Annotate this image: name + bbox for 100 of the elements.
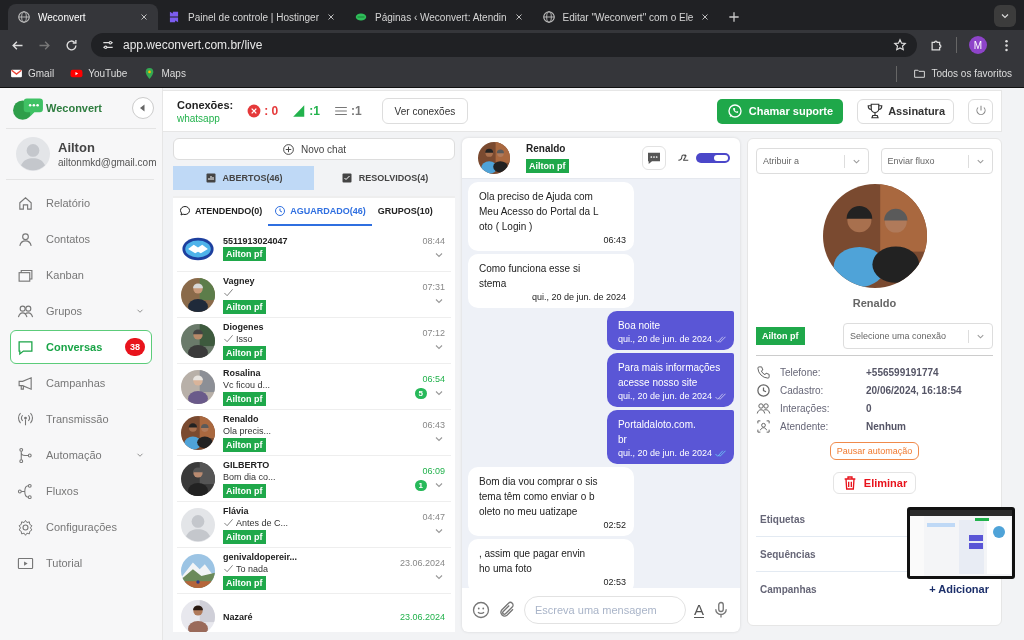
bookmark[interactable]: Gmail [10, 67, 55, 80]
nav-item[interactable]: Grupos [10, 294, 152, 328]
detail-value: 0 [866, 403, 873, 414]
megaphone-icon [17, 374, 34, 392]
chat-list-item[interactable]: Vagney Ailton pf 07:31 [177, 272, 451, 318]
delete-button[interactable]: Eliminar [832, 472, 917, 494]
tab-title: Painel de controle | Hostinger [188, 11, 319, 23]
chat-list-item[interactable]: GILBERTO Bom dia co... Ailton pf 06:09 1 [177, 456, 451, 502]
chat-list-item[interactable]: Renaldo Ola precis... Ailton pf 06:43 [177, 410, 451, 456]
queue-tab[interactable]: AGUARDADO(46) [268, 198, 372, 226]
text-format-button[interactable]: A [694, 602, 704, 618]
contact-name: 5511913024047 [223, 236, 288, 246]
browser-tab[interactable]: Páginas ‹ Weconvert: Atendin [345, 4, 533, 30]
message-text: Bom dia vou comprar o sis tema têm como enviar o b oleto no meu uatizape [479, 475, 599, 519]
agent-tag: Ailton pf [223, 345, 266, 360]
subscription-button[interactable]: Assinatura [857, 98, 954, 124]
chat-list-item[interactable]: 5511913024047 Ailton pf 08:44 [177, 226, 451, 272]
select-field[interactable]: Atribuir a [756, 148, 869, 174]
agent-tag: Ailton pf [223, 391, 266, 406]
user-icon [17, 230, 34, 248]
trophy-icon [866, 102, 885, 120]
message-time: 23.06.2024 [399, 558, 445, 568]
close-icon[interactable] [326, 12, 336, 22]
bookmark[interactable]: Maps [143, 67, 186, 80]
message-time: qui., 20 de jun. de 2024 [617, 333, 712, 345]
status-tab[interactable]: ABERTOS(46) [173, 166, 314, 190]
url-text: app.weconvert.com.br/live [123, 38, 263, 52]
close-icon[interactable] [139, 12, 149, 22]
select-field[interactable]: Selecione uma conexão [843, 323, 993, 349]
nav-item[interactable]: Automação [10, 438, 152, 472]
emoji-icon[interactable] [472, 601, 490, 619]
chat-list-item[interactable]: Diogenes Isso Ailton pf 07:12 [177, 318, 451, 364]
agent-tag: Ailton pf [223, 529, 266, 544]
antenna-icon [17, 410, 34, 428]
message-time: 04:47 [422, 512, 445, 522]
nav-item[interactable]: Contatos [10, 222, 152, 256]
toggle-switch[interactable] [696, 153, 730, 163]
paperclip-icon[interactable] [498, 601, 516, 619]
nav-label: Relatório [46, 197, 92, 209]
star-icon[interactable] [893, 38, 907, 52]
lines-icon [333, 104, 348, 118]
browser-tab[interactable]: Painel de controle | Hostinger [158, 4, 345, 30]
envelope-icon [10, 67, 23, 80]
contact-name: GILBERTO [223, 459, 270, 470]
message-time: 23.06.2024 [399, 611, 445, 622]
nav-label: Transmissão [46, 413, 110, 425]
nav-item[interactable]: Kanban [10, 258, 152, 292]
message-text: Para mais informações acesse nosso site [617, 361, 722, 390]
globe-icon [17, 10, 31, 24]
close-icon[interactable] [513, 12, 524, 22]
tab-list-button[interactable] [994, 5, 1016, 27]
reload-icon[interactable] [64, 37, 79, 53]
plus-circle-icon [282, 142, 295, 156]
user-email: ailtonmkd@gmail.com [58, 157, 157, 168]
nav-item[interactable]: Campanhas [10, 366, 152, 400]
close-icon[interactable] [700, 12, 711, 22]
chat-list-item[interactable]: Nazaré 23.06.2024 [177, 594, 451, 632]
queue-tab[interactable]: ATENDENDO(0) [173, 198, 269, 226]
browser-tab[interactable]: Editar "Weconvert" com o Ele [532, 4, 720, 30]
add-link[interactable]: + Adicionar [929, 583, 989, 595]
agent-tag: Ailton pf [526, 159, 569, 173]
site-info-icon[interactable] [101, 38, 115, 52]
nav-item[interactable]: Fluxos [10, 474, 152, 508]
globe-icon [541, 10, 556, 24]
agent-tag: Ailton pf [223, 575, 266, 590]
view-connections-button[interactable]: Ver conexões [381, 98, 469, 124]
nav-item[interactable]: Transmissão [10, 402, 152, 436]
nav-label: Kanban [46, 269, 85, 281]
chat-list-item[interactable]: genivaldopereir... To nada Ailton pf 23.06.2024 [177, 548, 451, 594]
microphone-icon[interactable] [712, 601, 730, 619]
nav-item[interactable]: Relatório [10, 186, 152, 220]
signal-icon [292, 104, 307, 118]
nav-label: Tutorial [46, 557, 84, 569]
message-text: Como funciona esse si stema [479, 262, 582, 291]
browser-tab[interactable]: Weconvert [8, 4, 158, 30]
nav-item[interactable]: Conversas 38 [10, 330, 152, 364]
chat-list-item[interactable]: Flávia Antes de C... Ailton pf 04:47 [177, 502, 451, 548]
nav-item[interactable]: Configurações [10, 510, 152, 544]
power-icon [973, 104, 988, 118]
address-bar[interactable]: app.weconvert.com.br/live [91, 33, 917, 57]
nav-item[interactable]: Tutorial [10, 546, 152, 580]
select-field[interactable]: Enviar fluxo [880, 148, 993, 174]
bookmarks-folder[interactable]: Todos os favoritos [913, 67, 1012, 80]
message-input[interactable]: Escreva uma mensagem [524, 596, 686, 624]
message-time: qui., 20 de jun. de 2024 [617, 447, 712, 459]
collapse-button[interactable] [132, 97, 154, 119]
bookmark[interactable]: YouTube [70, 67, 128, 80]
queue-tab[interactable]: GRUPOS(10) [371, 198, 439, 226]
status-tab[interactable]: RESOLVIDOS(4) [314, 166, 455, 190]
section-title: Sequências [760, 548, 816, 560]
section-title: Campanhas [760, 583, 817, 595]
profile-avatar[interactable]: M [969, 36, 987, 54]
new-tab-icon[interactable] [727, 10, 742, 24]
unread-badge: 1 [414, 479, 427, 491]
chat-list-item[interactable]: Rosalina Vc ficou d... Ailton pf 06:54 5 [177, 364, 451, 410]
new-chat-button[interactable]: Novo chat [173, 138, 455, 160]
whatsapp-icon [726, 103, 743, 119]
quick-replies-button[interactable] [642, 146, 666, 170]
contact-name: genivaldopereir... [223, 551, 298, 562]
detail-label: Atendente: [780, 421, 830, 432]
